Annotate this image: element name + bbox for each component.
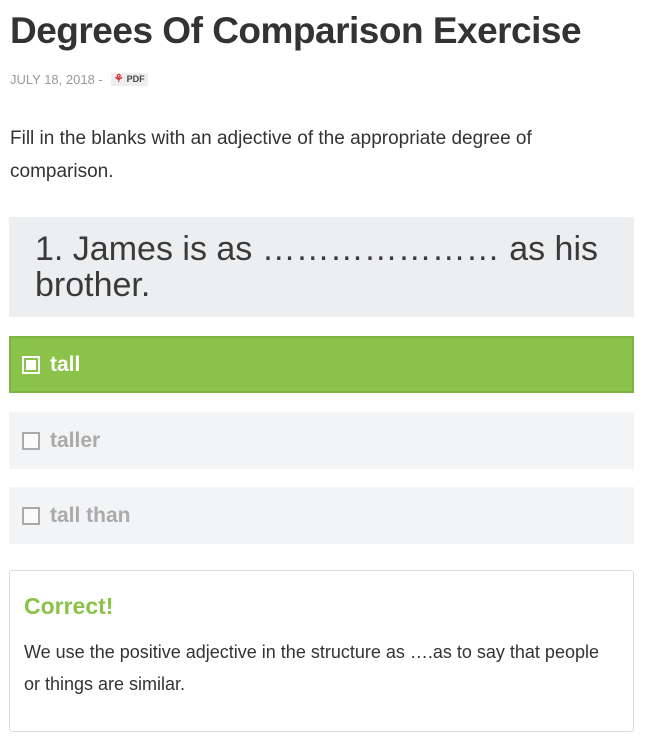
instructions: Fill in the blanks with an adjective of …: [10, 128, 532, 182]
option-taller[interactable]: taller: [9, 412, 634, 469]
post-date: JULY 18, 2018 -: [10, 72, 103, 87]
option-label: taller: [50, 428, 101, 452]
question-box: 1. James is as ………………… as his brother.: [9, 217, 634, 317]
feedback-text: We use the positive adjective in the str…: [24, 642, 599, 694]
option-label: tall than: [50, 503, 131, 527]
checkbox-icon[interactable]: [22, 355, 40, 374]
pdf-icon: ⚘: [113, 73, 124, 85]
pdf-label: PDF: [126, 74, 145, 84]
question-text: 1. James is as ………………… as his brother.: [35, 230, 599, 304]
option-tall-than[interactable]: tall than: [9, 487, 634, 544]
checkbox-icon[interactable]: [22, 506, 40, 525]
feedback-title: Correct!: [24, 593, 114, 619]
pdf-download-button[interactable]: ⚘ PDF: [110, 73, 148, 86]
option-tall[interactable]: tall: [9, 336, 634, 393]
page-title: Degrees Of Comparison Exercise: [10, 10, 582, 51]
feedback-box: Correct! We use the positive adjective i…: [9, 570, 634, 732]
checkbox-icon[interactable]: [22, 431, 40, 450]
option-label: tall: [50, 352, 81, 376]
post-meta: JULY 18, 2018 - ⚘ PDF: [10, 72, 148, 87]
